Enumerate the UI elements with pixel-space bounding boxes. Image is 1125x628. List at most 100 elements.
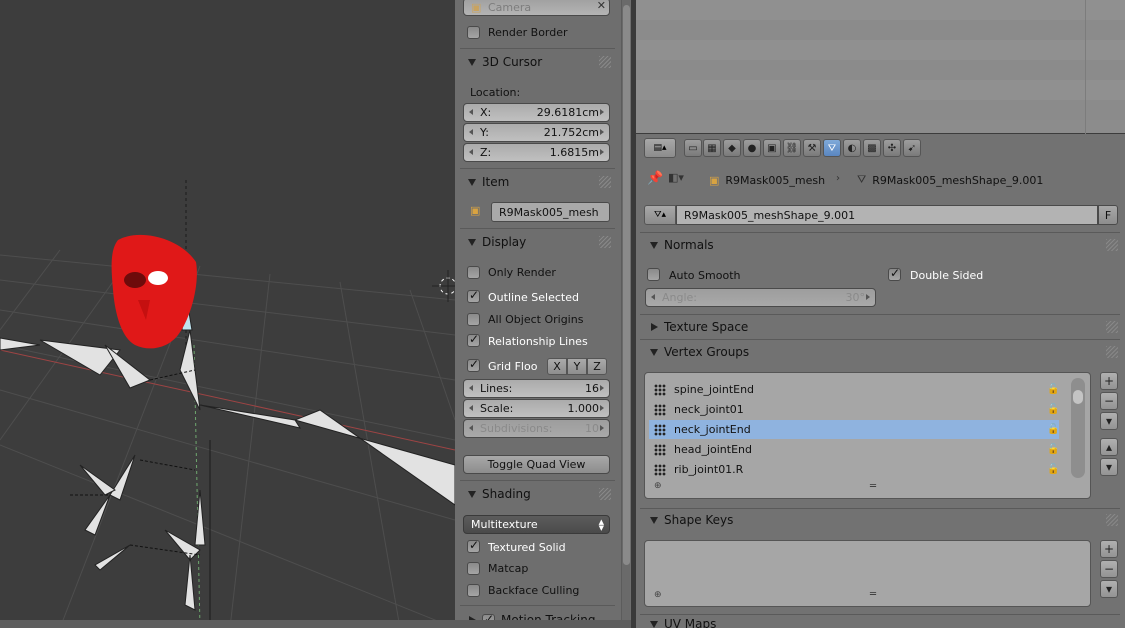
3d-cursor	[432, 270, 455, 302]
section-3d-cursor[interactable]: 3D Cursor	[463, 51, 613, 73]
grid-subdivisions-field[interactable]: Subdivisions: 10	[463, 419, 610, 438]
particles-tab-icon[interactable]: ✣	[883, 139, 901, 157]
panel-normals[interactable]: Normals	[645, 234, 714, 256]
scene-tab-icon[interactable]: ◆	[723, 139, 741, 157]
armature[interactable]	[0, 329, 455, 611]
panel-vertex-groups[interactable]: Vertex Groups	[645, 341, 749, 363]
unlock-icon[interactable]: 🔓	[1047, 444, 1059, 456]
constraints-tab-icon[interactable]: ⛓	[783, 139, 801, 157]
textured-solid-checkbox[interactable]	[467, 538, 480, 553]
shelf-scrollbar[interactable]	[621, 0, 630, 620]
panel-shape-keys[interactable]: Shape Keys	[645, 509, 733, 531]
world-tab-icon[interactable]: ●	[743, 139, 761, 157]
unlock-icon[interactable]: 🔓	[1047, 384, 1059, 396]
auto-smooth-angle-field[interactable]: Angle: 30°	[645, 288, 876, 307]
remove-vertex-group-button[interactable]: −	[1100, 392, 1118, 410]
add-shape-key-button[interactable]: +	[1100, 540, 1118, 558]
grid-scale-field[interactable]: Scale: 1.000	[463, 399, 610, 418]
toggle-quad-view-button[interactable]: Toggle Quad View	[463, 455, 610, 474]
mesh-datablock-name-field[interactable]: R9Mask005_meshShape_9.001	[676, 205, 1098, 225]
x-axis-line	[0, 349, 455, 451]
list-item-selected[interactable]: neck_jointEnd 🔓	[649, 420, 1059, 439]
relationship-lines-checkbox[interactable]	[467, 332, 480, 347]
filter-options-icon[interactable]: ⊕	[654, 590, 662, 600]
all-object-origins-checkbox[interactable]	[467, 313, 480, 326]
cursor-x-field[interactable]: X: 29.6181cm	[463, 103, 610, 122]
render-border-checkbox[interactable]	[467, 26, 480, 39]
drag-grip-icon[interactable]	[1106, 514, 1118, 526]
list-item[interactable]: rib_joint01.R 🔓	[649, 460, 1059, 479]
drag-grip-icon[interactable]	[1106, 239, 1118, 251]
auto-smooth-checkbox[interactable]	[647, 268, 660, 281]
remove-shape-key-button[interactable]: −	[1100, 560, 1118, 578]
context-icon[interactable]: ◧▾	[668, 171, 684, 184]
matcap-checkbox[interactable]	[467, 562, 480, 575]
list-item[interactable]: neck_joint01 🔓	[649, 400, 1059, 419]
grid-axis-z-button[interactable]: Z	[587, 358, 607, 375]
unlock-icon[interactable]: 🔓	[1047, 404, 1059, 416]
texture-tab-icon[interactable]: ▩	[863, 139, 881, 157]
move-down-button[interactable]: ▾	[1100, 458, 1118, 476]
modifiers-tab-icon[interactable]: ⚒	[803, 139, 821, 157]
unlock-icon[interactable]: 🔓	[1047, 424, 1059, 436]
fake-user-button[interactable]: F	[1098, 205, 1118, 225]
move-up-button[interactable]: ▴	[1100, 438, 1118, 456]
outliner-row[interactable]	[636, 80, 1125, 100]
outliner-row[interactable]	[636, 20, 1125, 40]
data-tab-icon[interactable]: ⛛	[823, 139, 841, 157]
object-tab-icon[interactable]: ▣	[763, 139, 781, 157]
panel-uv-maps[interactable]: UV Maps	[645, 617, 716, 628]
pin-icon[interactable]: 📌	[647, 171, 663, 186]
material-tab-icon[interactable]: ◐	[843, 139, 861, 157]
list-scrollbar[interactable]	[1071, 378, 1085, 478]
unlock-icon[interactable]: 🔓	[1047, 464, 1059, 476]
shading-mode-dropdown[interactable]: Multitexture ▲ ▼	[463, 515, 610, 534]
render-tab-icon[interactable]: ▭	[684, 139, 702, 157]
grid-lines-field[interactable]: Lines: 16	[463, 379, 610, 398]
3d-viewport[interactable]	[0, 0, 455, 628]
clear-camera-icon[interactable]: ✕	[597, 0, 606, 12]
cursor-y-field[interactable]: Y: 21.752cm	[463, 123, 610, 142]
list-item[interactable]: head_jointEnd 🔓	[649, 440, 1059, 459]
section-shading[interactable]: Shading	[463, 483, 613, 505]
resize-handle-icon[interactable]: ═	[870, 589, 876, 600]
outliner-row[interactable]	[636, 100, 1125, 120]
vertex-group-specials-button[interactable]: ▾	[1100, 412, 1118, 430]
shelf-scrollbar-thumb[interactable]	[623, 5, 630, 565]
outliner-row[interactable]	[636, 60, 1125, 80]
double-sided-checkbox[interactable]	[888, 266, 901, 281]
item-name-field[interactable]: R9Mask005_mesh	[491, 202, 610, 222]
cursor-z-field[interactable]: Z: 1.6815m	[463, 143, 610, 162]
section-display[interactable]: Display	[463, 231, 613, 253]
grid-axis-x-button[interactable]: X	[547, 358, 567, 375]
filter-options-icon[interactable]: ⊕	[654, 481, 662, 491]
drag-grip-icon[interactable]	[599, 176, 611, 188]
drag-grip-icon[interactable]	[1106, 346, 1118, 358]
outliner-row[interactable]	[636, 0, 1125, 20]
outliner-row[interactable]	[636, 40, 1125, 60]
resize-handle-icon[interactable]: ═	[870, 481, 876, 492]
drag-grip-icon[interactable]	[599, 56, 611, 68]
section-item[interactable]: Item	[463, 171, 613, 193]
drag-grip-icon[interactable]	[599, 488, 611, 500]
outliner-area[interactable]	[636, 0, 1125, 134]
list-scrollbar-thumb[interactable]	[1073, 390, 1083, 404]
drag-grip-icon[interactable]	[599, 236, 611, 248]
drag-grip-icon[interactable]	[1106, 321, 1118, 333]
outline-selected-checkbox[interactable]	[467, 288, 480, 303]
editor-type-icon[interactable]: ▤▴	[644, 138, 676, 158]
add-vertex-group-button[interactable]: +	[1100, 372, 1118, 390]
camera-field[interactable]: ▣ Camera ✕	[463, 0, 610, 16]
only-render-checkbox[interactable]	[467, 266, 480, 279]
grid-floor-checkbox[interactable]	[467, 357, 480, 372]
list-item[interactable]: spine_jointEnd 🔓	[649, 380, 1059, 399]
mesh-browse-button[interactable]: ⛛▴	[644, 205, 676, 225]
panel-texture-space[interactable]: Texture Space	[645, 316, 748, 338]
physics-tab-icon[interactable]: ➹	[903, 139, 921, 157]
layers-tab-icon[interactable]: ▦	[703, 139, 721, 157]
shape-key-specials-button[interactable]: ▾	[1100, 580, 1118, 598]
red-mask[interactable]	[111, 234, 197, 349]
backface-culling-checkbox[interactable]	[467, 584, 480, 597]
shape-keys-list[interactable]	[644, 540, 1091, 607]
grid-axis-y-button[interactable]: Y	[567, 358, 587, 375]
